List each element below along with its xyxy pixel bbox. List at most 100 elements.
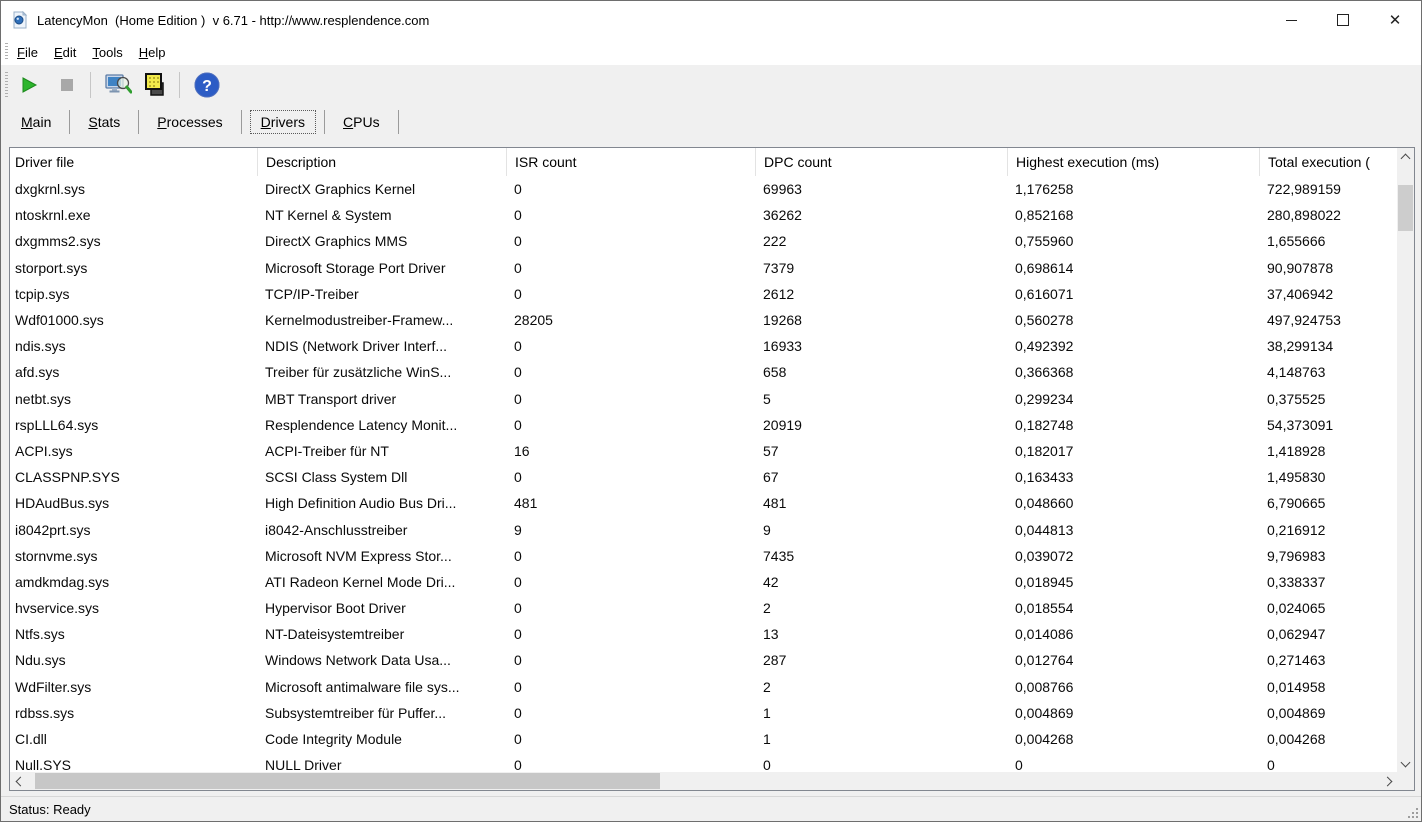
help-button[interactable]: ? [190,69,224,101]
cell-driver-file: Wdf01000.sys [15,312,104,329]
horizontal-scrollbar-thumb[interactable] [35,773,660,789]
table-row[interactable]: HDAudBus.sys High Definition Audio Bus D… [10,490,1397,516]
minimize-button[interactable] [1265,1,1317,39]
scroll-left-button[interactable] [10,772,27,790]
chevron-left-icon [15,776,25,786]
table-row[interactable]: CI.dll Code Integrity Module 0 1 0,00426… [10,726,1397,752]
cell-highest-execution: 1,176258 [1015,181,1074,198]
close-button[interactable]: ✕ [1369,1,1421,39]
cell-description: NT Kernel & System [265,207,392,224]
horizontal-scrollbar[interactable] [10,772,1397,790]
cell-dpc-count: 16933 [763,338,802,355]
table-row[interactable]: afd.sys Treiber für zusätzliche WinS... … [10,359,1397,385]
column-header-dpc-count[interactable]: DPC count [755,148,1007,176]
table-row[interactable]: ndis.sys NDIS (Network Driver Interf... … [10,333,1397,359]
stop-monitor-button[interactable] [50,69,84,101]
table-row[interactable]: hvservice.sys Hypervisor Boot Driver 0 2… [10,595,1397,621]
menu-bar: File Edit Tools Help [1,39,1421,65]
cell-description: Kernelmodustreiber-Framew... [265,312,454,329]
cell-description: Microsoft NVM Express Stor... [265,547,452,564]
cell-driver-file: CLASSPNP.SYS [15,469,120,486]
stop-monitor-icon [61,78,73,91]
table-row[interactable]: netbt.sys MBT Transport driver 0 5 0,299… [10,386,1397,412]
column-header-total-execution[interactable]: Total execution ( [1259,148,1397,176]
cell-driver-file: netbt.sys [15,390,72,407]
table-row[interactable]: CLASSPNP.SYS SCSI Class System Dll 0 67 … [10,464,1397,490]
cell-highest-execution: 0,492392 [1015,338,1074,355]
table-row[interactable]: Wdf01000.sys Kernelmodustreiber-Framew..… [10,307,1397,333]
column-header-driver-file[interactable]: Driver file [10,148,257,176]
table-row[interactable]: WdFilter.sys Microsoft antimalware file … [10,674,1397,700]
toolbar-gripper[interactable] [5,71,8,98]
menu-edit[interactable]: Edit [47,42,83,63]
start-monitor-button[interactable] [12,69,46,101]
cell-highest-execution: 0,044813 [1015,521,1074,538]
tab-processes[interactable]: Processes [147,111,232,133]
cell-total-execution: 0,014958 [1267,678,1326,695]
cell-total-execution: 0,338337 [1267,573,1326,590]
menu-gripper[interactable] [5,43,8,61]
cell-description: NDIS (Network Driver Interf... [265,338,448,355]
processes-memory-button[interactable] [139,69,173,101]
cell-dpc-count: 20919 [763,416,802,433]
table-row[interactable]: i8042prt.sys i8042-Anschlusstreiber 9 9 … [10,516,1397,542]
table-row[interactable]: amdkmdag.sys ATI Radeon Kernel Mode Dri.… [10,569,1397,595]
cell-description: Windows Network Data Usa... [265,652,451,669]
latencymon-window: LatencyMon (Home Edition ) v 6.71 - http… [0,0,1422,822]
table-row[interactable]: storport.sys Microsoft Storage Port Driv… [10,255,1397,281]
table-row[interactable]: rspLLL64.sys Resplendence Latency Monit.… [10,412,1397,438]
scroll-up-button[interactable] [1397,148,1414,165]
column-header-description[interactable]: Description [257,148,506,176]
table-row[interactable]: tcpip.sys TCP/IP-Treiber 0 2612 0,616071… [10,281,1397,307]
table-row[interactable]: rdbss.sys Subsystemtreiber für Puffer...… [10,700,1397,726]
menu-tools[interactable]: Tools [85,42,129,63]
table-row[interactable]: Null.SYS NULL Driver 0 0 0 0 [10,752,1397,772]
tab-stats[interactable]: Stats [78,111,130,133]
cell-isr-count: 28205 [514,312,553,329]
column-header-highest-execution[interactable]: Highest execution (ms) [1007,148,1259,176]
cell-isr-count: 0 [514,285,522,302]
cell-description: ACPI-Treiber für NT [265,442,389,459]
tab-separator [240,110,242,134]
cell-highest-execution: 0,560278 [1015,312,1074,329]
column-header-isr-count[interactable]: ISR count [506,148,755,176]
table-row[interactable]: dxgkrnl.sys DirectX Graphics Kernel 0 69… [10,176,1397,202]
menu-help[interactable]: Help [132,42,173,63]
table-row[interactable]: dxgmms2.sys DirectX Graphics MMS 0 222 0… [10,228,1397,254]
cell-driver-file: CI.dll [15,731,47,748]
cell-total-execution: 90,907878 [1267,259,1334,276]
tab-main[interactable]: Main [11,111,61,133]
cell-highest-execution: 0,004268 [1015,731,1074,748]
table-row[interactable]: Ntfs.sys NT-Dateisystemtreiber 0 13 0,01… [10,621,1397,647]
maximize-button[interactable] [1317,1,1369,39]
cell-total-execution: 497,924753 [1267,312,1341,329]
cell-highest-execution: 0,039072 [1015,547,1074,564]
tab-separator [69,110,71,134]
table-row[interactable]: ntoskrnl.exe NT Kernel & System 0 36262 … [10,202,1397,228]
latencymon-app-icon [13,11,28,29]
cell-driver-file: hvservice.sys [15,600,100,617]
cell-driver-file: ndis.sys [15,338,66,355]
report-button[interactable] [101,69,135,101]
cell-driver-file: afd.sys [15,364,60,381]
cell-total-execution: 4,148763 [1267,364,1326,381]
menu-file[interactable]: File [10,42,45,63]
scroll-down-button[interactable] [1397,755,1414,772]
status-bar: Status: Ready [1,796,1421,821]
table-row[interactable]: stornvme.sys Microsoft NVM Express Stor.… [10,543,1397,569]
tab-cpus[interactable]: CPUs [333,111,390,133]
cell-highest-execution: 0,366368 [1015,364,1074,381]
cell-description: Microsoft antimalware file sys... [265,678,460,695]
cell-highest-execution: 0,852168 [1015,207,1074,224]
tab-drivers[interactable]: Drivers [249,110,317,134]
table-row[interactable]: Ndu.sys Windows Network Data Usa... 0 28… [10,647,1397,673]
vertical-scrollbar-thumb[interactable] [1398,185,1413,231]
vertical-scrollbar[interactable] [1397,148,1414,772]
cell-dpc-count: 287 [763,652,787,669]
chevron-up-icon [1400,153,1411,163]
cell-highest-execution: 0,004869 [1015,704,1074,721]
table-row[interactable]: ACPI.sys ACPI-Treiber für NT 16 57 0,182… [10,438,1397,464]
resize-grip[interactable] [1406,806,1418,818]
scroll-right-button[interactable] [1380,772,1397,790]
cell-isr-count: 0 [514,338,522,355]
